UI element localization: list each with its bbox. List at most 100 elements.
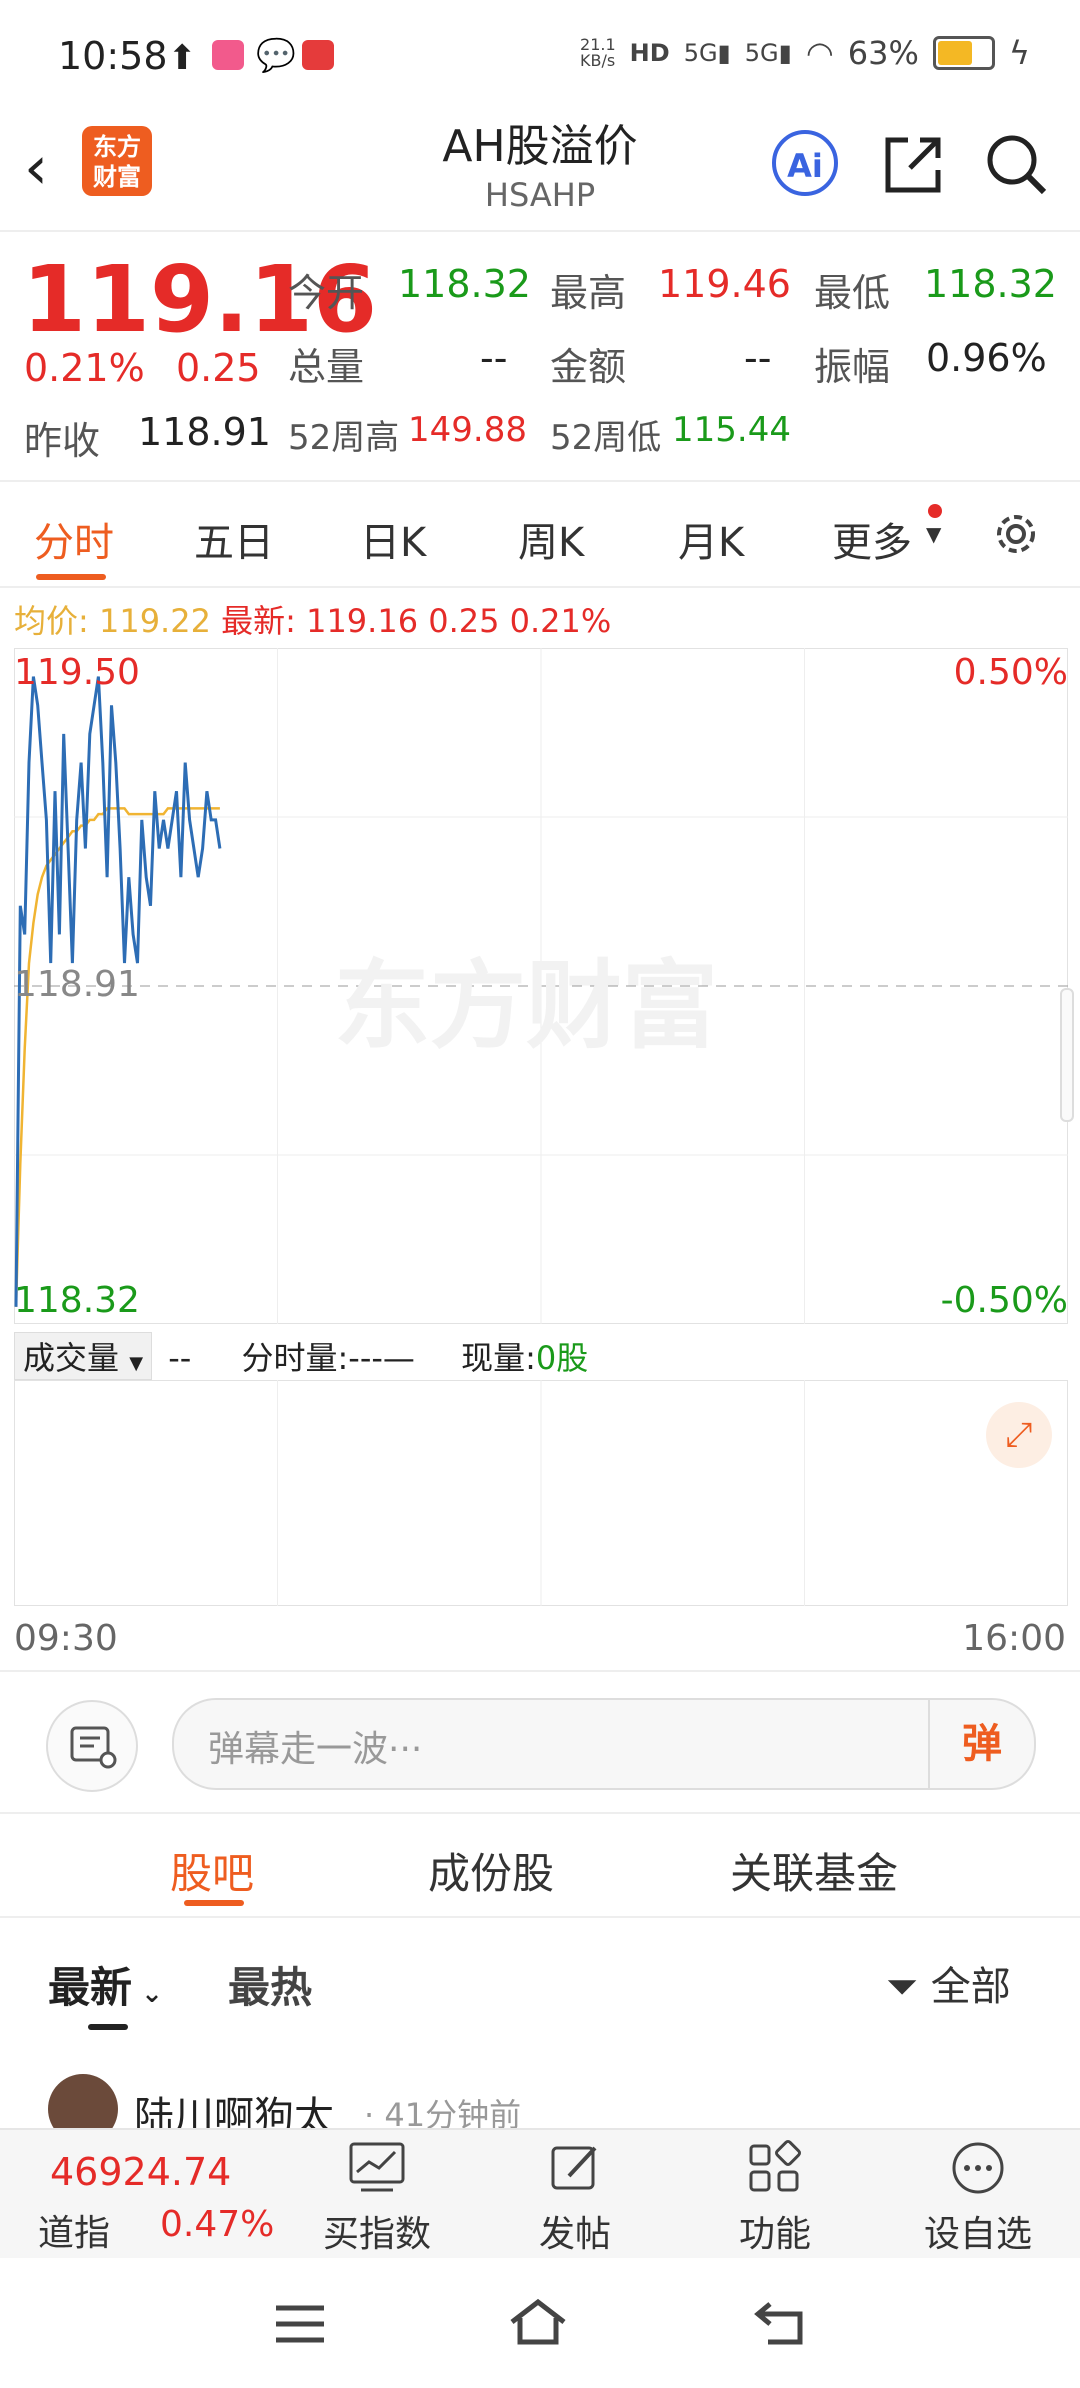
home-icon[interactable] xyxy=(506,2296,570,2350)
status-time: 10:58 xyxy=(58,34,168,78)
volume-type-value: -- xyxy=(168,1339,192,1377)
amplitude-label: 振幅 xyxy=(814,345,891,389)
prev-close: 118.91 xyxy=(138,410,271,454)
tab-5day[interactable]: 五日 xyxy=(194,510,274,568)
chevron-down-icon: ⌄ xyxy=(132,1979,163,2009)
back-nav-icon[interactable] xyxy=(752,2298,808,2348)
ai-button[interactable]: Ai xyxy=(772,130,838,196)
chart-watermark: 东方财富 xyxy=(334,950,718,1062)
w52-low-label: 52周低 xyxy=(550,418,662,458)
tab-intraday[interactable]: 分时 xyxy=(34,510,114,568)
avg-label: 均价: xyxy=(14,602,89,640)
intraday-chart[interactable]: 东方财富 119.50 0.50% 118.91 118.32 -0.50% xyxy=(14,648,1074,1324)
minute-volume-value: ---— xyxy=(348,1339,415,1377)
volume-header: 成交量 ▼ -- 分时量:---— 现量:0股 xyxy=(14,1332,589,1380)
menu-icon[interactable] xyxy=(272,2302,328,2346)
filter-all[interactable]: ⏷ 全部 xyxy=(886,1954,1011,2012)
tab-more[interactable]: 更多 xyxy=(832,510,912,568)
wifi-icon: ◠ xyxy=(805,34,834,72)
add-watchlist-button[interactable]: 设自选 xyxy=(916,2140,1040,2257)
chart-info: 均价: 119.22 最新: 119.16 0.25 0.21% xyxy=(14,596,611,642)
upload-icon: ⬆ xyxy=(168,38,197,78)
danmu-placeholder: 弹幕走一波··· xyxy=(208,1729,423,1770)
more-dots-icon xyxy=(952,2142,1004,2194)
status-right: 21.1 KB/s HD 5G▮ 5G▮ ◠ 63% ϟ xyxy=(580,34,1030,72)
change-pct: 0.21% xyxy=(24,346,145,390)
latest-label: 最新: xyxy=(221,602,296,640)
tab-guba[interactable]: 股吧 xyxy=(170,1840,254,1901)
w52-high-label: 52周高 xyxy=(288,418,400,458)
prev-close-label: 昨收 xyxy=(24,419,101,463)
time-end: 16:00 xyxy=(962,1618,1066,1659)
app-notification-icon xyxy=(212,40,244,70)
edit-icon xyxy=(551,2146,597,2190)
current-volume-value: 0股 xyxy=(535,1339,589,1377)
hd-icon: HD xyxy=(629,39,670,67)
buy-index-button[interactable]: 买指数 xyxy=(314,2140,440,2257)
funnel-icon: ⏷ xyxy=(886,1964,918,2010)
tab-constituents[interactable]: 成份股 xyxy=(428,1840,554,1901)
index-change: 0.47% xyxy=(160,2204,275,2245)
pct-top-label: 0.50% xyxy=(953,652,1068,693)
avg-value: 119.22 xyxy=(98,602,211,640)
minute-volume-label: 分时量: xyxy=(241,1339,349,1377)
amount-value: -- xyxy=(744,336,772,380)
bottom-bar: 46924.74 道指 0.47% 买指数 发帖 功能 设自选 xyxy=(0,2128,1080,2260)
open-value: 118.32 xyxy=(398,262,531,306)
dropdown-icon: ▼ xyxy=(129,1353,144,1374)
danmu-button[interactable]: 弹 xyxy=(928,1700,1034,1788)
chart-trend-icon xyxy=(349,2142,405,2192)
battery-icon xyxy=(932,36,995,70)
post-label: 发帖 xyxy=(538,2214,611,2255)
danmu-input[interactable]: 弹幕走一波··· 弹 xyxy=(172,1698,1036,1790)
avg-price-line xyxy=(14,807,220,1307)
filter-latest[interactable]: 最新 ⌄ xyxy=(48,1954,163,2015)
danmu-button-label: 弹 xyxy=(962,1721,1002,1767)
danmu-settings-icon[interactable] xyxy=(46,1700,138,1792)
signal-icon-1: 5G▮ xyxy=(683,39,731,67)
amplitude-value: 0.96% xyxy=(926,336,1047,380)
more-dropdown-icon: ▼ xyxy=(926,522,942,546)
chart-scroll-handle[interactable] xyxy=(1060,988,1074,1122)
volume-svg xyxy=(14,1380,1068,1606)
high-value: 119.46 xyxy=(658,262,791,306)
expand-icon[interactable]: ⤢ xyxy=(986,1402,1052,1468)
volume-label: 总量 xyxy=(288,345,365,389)
wechat-icon: 💬 xyxy=(256,36,296,74)
divider-2 xyxy=(0,1812,1080,1814)
filter-latest-label: 最新 xyxy=(48,1963,133,2012)
change-value: 0.25 xyxy=(176,346,261,390)
volume-value: -- xyxy=(480,336,508,380)
low-value: 118.32 xyxy=(924,262,1057,306)
function-button[interactable]: 功能 xyxy=(720,2140,830,2257)
w52-high-value: 149.88 xyxy=(408,410,527,450)
settings-gear-icon[interactable] xyxy=(990,508,1042,560)
add-watchlist-label: 设自选 xyxy=(923,2214,1032,2255)
filter-all-label: 全部 xyxy=(930,1964,1011,2010)
tab-related-funds[interactable]: 关联基金 xyxy=(730,1840,898,1901)
tab-weekly-k[interactable]: 周K xyxy=(518,510,584,568)
share-icon[interactable] xyxy=(880,132,946,198)
latest-value: 119.16 xyxy=(306,602,419,640)
open-label: 今开 xyxy=(288,271,365,315)
post-button[interactable]: 发帖 xyxy=(520,2140,630,2257)
volume-chart[interactable]: ⤢ xyxy=(14,1380,1068,1606)
system-nav-bar xyxy=(0,2258,1080,2388)
status-bar: 10:58 ⬆ 💬 21.1 KB/s HD 5G▮ 5G▮ ◠ 63% ϟ xyxy=(0,0,1080,110)
volume-type-select[interactable]: 成交量 ▼ xyxy=(14,1332,153,1380)
battery-text: 63% xyxy=(847,34,919,72)
current-volume-label: 现量: xyxy=(461,1339,536,1377)
tab-daily-k[interactable]: 日K xyxy=(360,510,426,568)
time-start: 09:30 xyxy=(14,1618,118,1659)
divider-3 xyxy=(0,1916,1080,1918)
tab-monthly-k[interactable]: 月K xyxy=(678,510,744,568)
search-icon[interactable] xyxy=(984,132,1050,198)
header: ‹ 东方 财富 AH股溢价 HSAHP Ai xyxy=(0,110,1080,232)
filter-hot[interactable]: 最热 xyxy=(228,1954,312,2015)
index-value[interactable]: 46924.74 xyxy=(50,2150,231,2194)
y-mid-label: 118.91 xyxy=(14,964,140,1005)
high-label: 最高 xyxy=(550,271,627,315)
signal-icon-2: 5G▮ xyxy=(744,39,792,67)
buy-index-label: 买指数 xyxy=(322,2214,431,2255)
low-label: 最低 xyxy=(814,271,891,315)
